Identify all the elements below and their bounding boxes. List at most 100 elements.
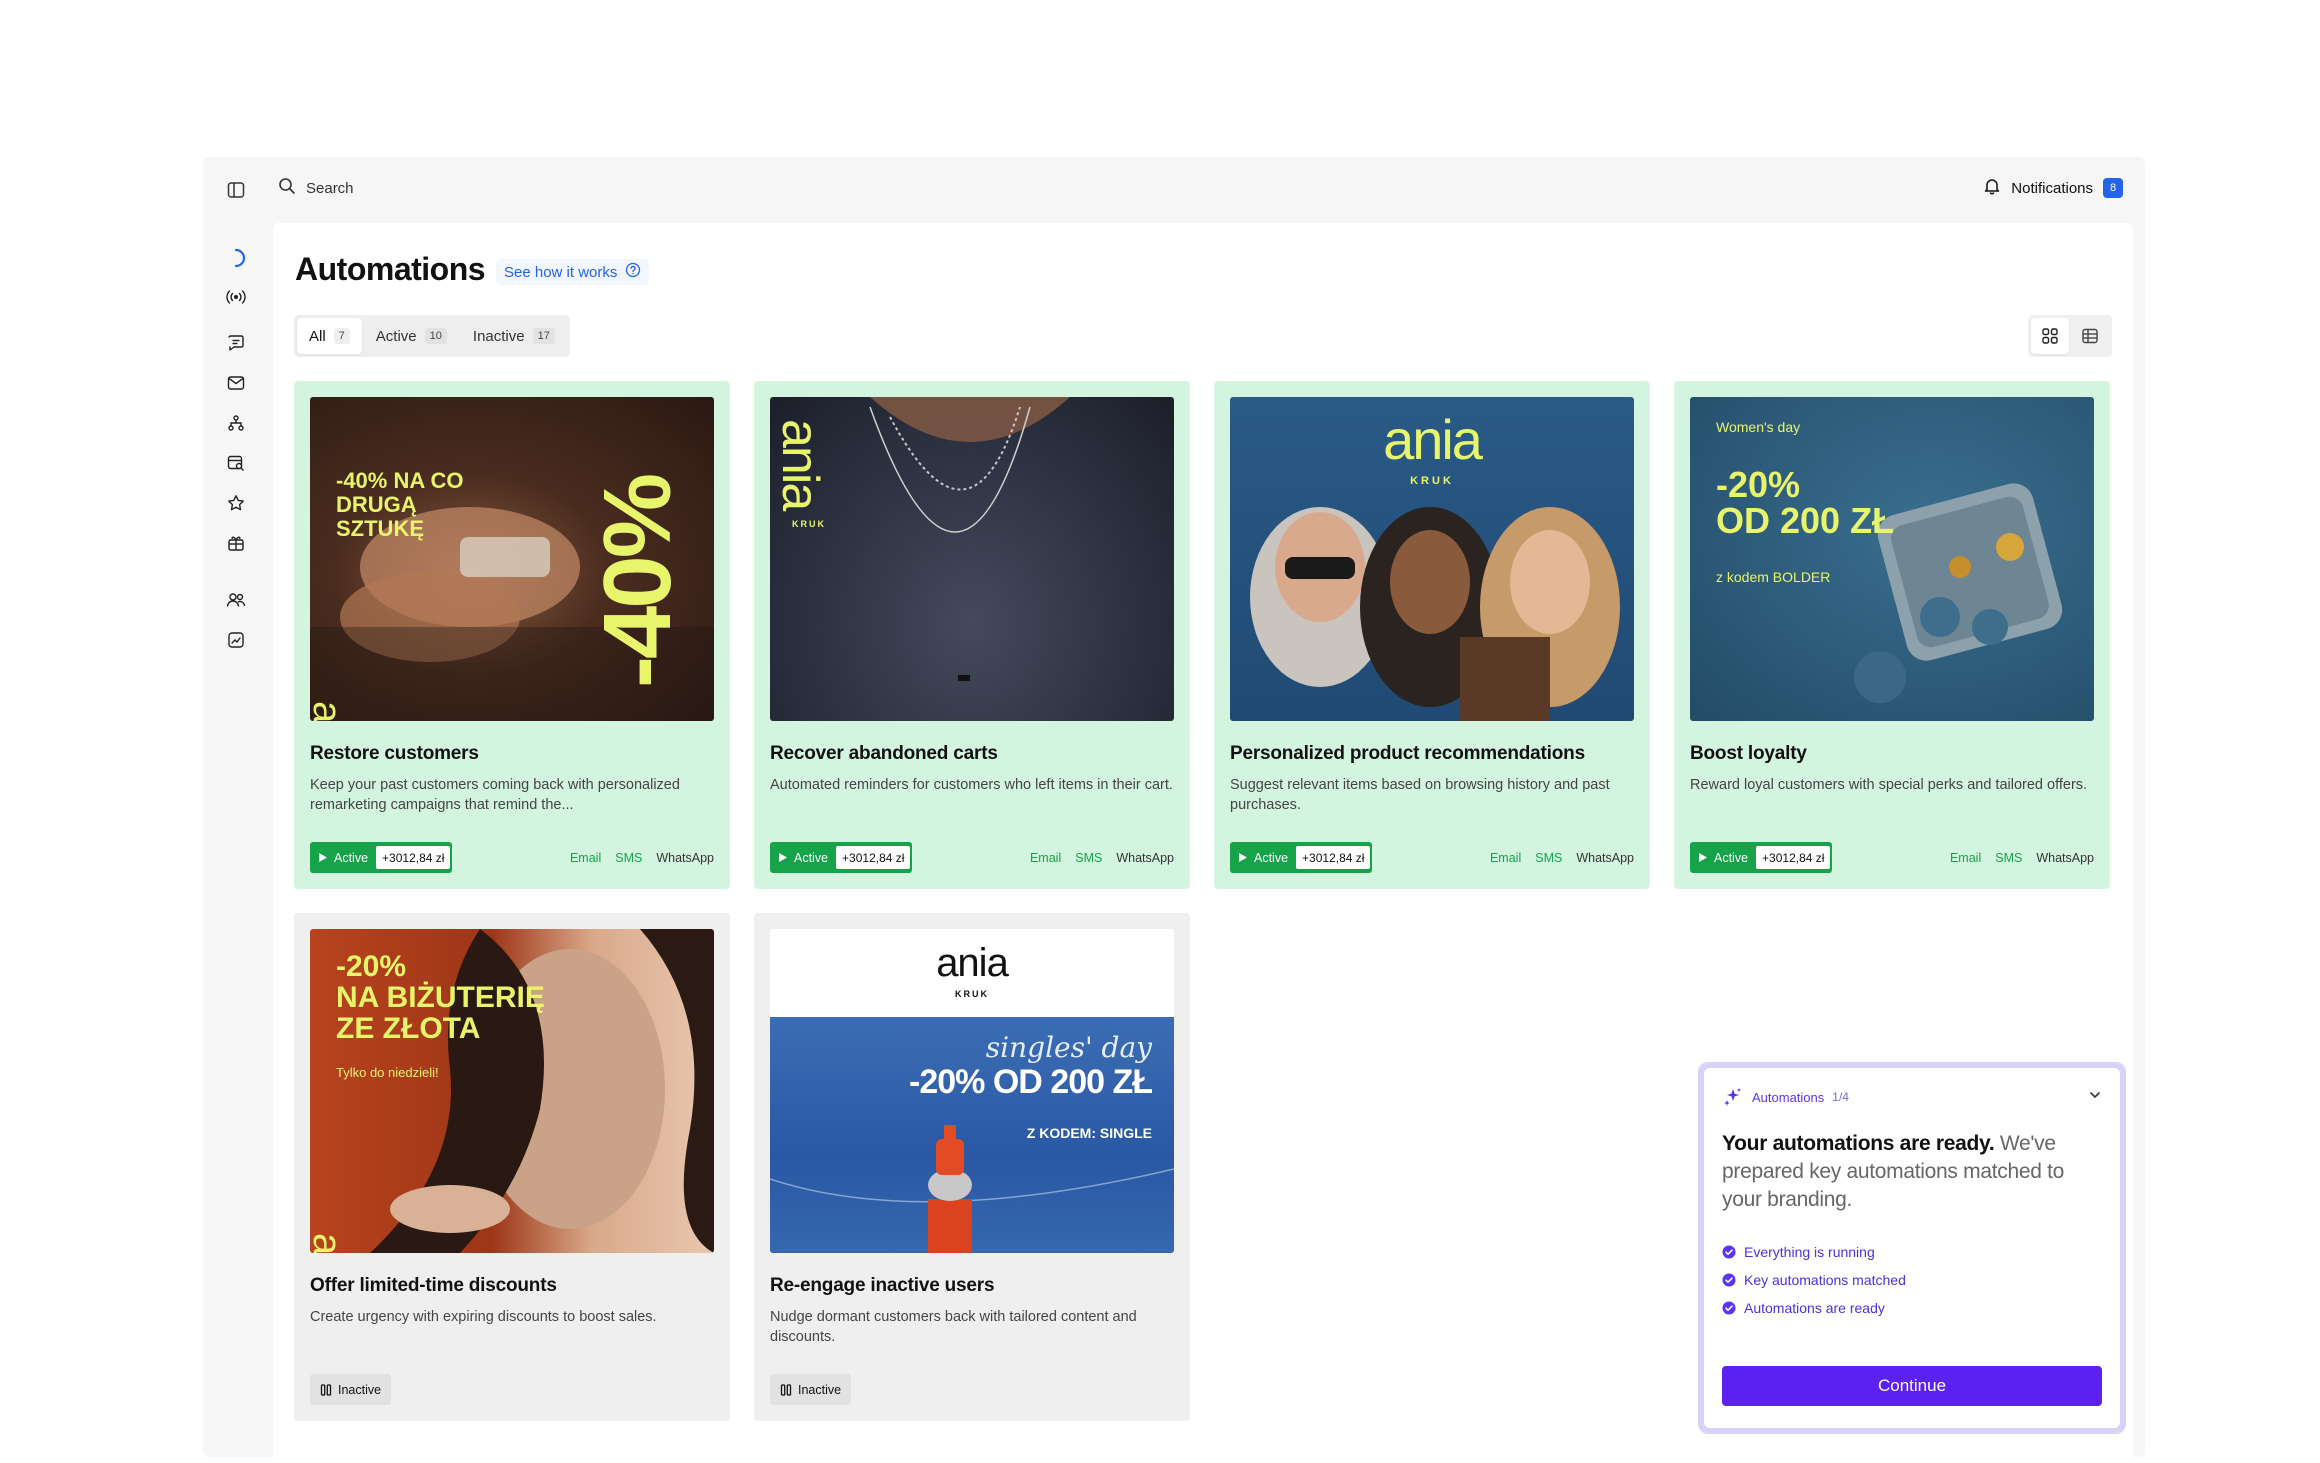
status-badge: Inactive [310,1374,392,1405]
channel-email: Email [1949,850,1982,865]
checklist-item: Everything is running [1722,1238,2102,1266]
art-headline-1: -20% [1716,464,1801,505]
art-code: z kodem BOLDER [1716,569,1831,585]
status-label-wrap: Active [1232,851,1296,865]
art-code: Z KODEM: SINGLE [1026,1125,1152,1141]
automation-card-recommendations[interactable]: ania KRUK Personalized product recommend… [1214,381,1650,889]
channel-sms: SMS [1995,850,2023,865]
channel-whatsapp: WhatsApp [1116,850,1174,865]
art-headline-2: NA BIŻUTERIĘ [336,981,545,1014]
automation-card-limited-discounts[interactable]: -20% NA BIŻUTERIĘ ZE ZŁOTA Tylko do nied… [294,913,730,1421]
status-badge: Active +3012,84 zł [770,842,913,873]
art-headline-3: ZE ZŁOTA [336,1012,481,1045]
bell-icon [1983,177,2001,199]
channel-email: Email [1489,850,1522,865]
channel-list: Email SMS WhatsApp [1950,851,2094,865]
channel-whatsapp: WhatsApp [656,850,714,865]
gift-icon[interactable] [225,532,247,554]
onboarding-popup: Automations 1/4 Your automations are rea… [1698,1062,2126,1434]
search-placeholder: Search [306,179,354,197]
status-label-wrap: Active [312,851,376,865]
card-description: Keep your past customers coming back wit… [310,777,680,813]
chevron-down-icon[interactable] [2088,1088,2102,1107]
star-icon[interactable] [225,492,247,514]
status-label-wrap: Active [772,851,836,865]
card-image: ania KRUK [770,397,1174,721]
revenue-amount: +3012,84 zł [836,846,911,869]
status-label: Inactive [338,1382,382,1397]
art-note: Tylko do niedzieli! [336,1065,439,1080]
grid-view-icon[interactable] [2031,318,2069,354]
art-brand-sub: KRUK [955,989,989,999]
pause-icon [780,1383,792,1396]
play-icon [779,853,787,862]
tab-count: 17 [532,328,555,344]
analytics-icon[interactable] [225,629,247,651]
broadcast-icon[interactable] [225,286,247,308]
mail-icon[interactable] [225,372,247,394]
art-brand: ania [1383,408,1483,471]
card-image: Women's day -20% OD 200 ZŁ z kodem BOLDE… [1690,397,2094,721]
checklist-label: Everything is running [1744,1244,1875,1260]
notifications-button[interactable]: Notifications 8 [1983,177,2123,199]
continue-button[interactable]: Continue [1722,1366,2102,1406]
onboarding-header: Automations 1/4 [1722,1086,2102,1108]
status-badge: Active +3012,84 zł [1690,842,1833,873]
loading-spinner-icon[interactable] [225,247,247,269]
revenue-amount: +3012,84 zł [1296,846,1371,869]
flow-icon[interactable] [225,412,247,434]
card-title: Boost loyalty [1690,743,1807,764]
onboarding-panel: Automations 1/4 Your automations are rea… [1704,1068,2120,1428]
art-headline: -40% NA CO DRUGĄ SZTUKĘ [336,468,464,541]
channel-list: Email SMS WhatsApp [1030,851,1174,865]
search-icon [278,177,296,199]
onboarding-step: 1/4 [1832,1090,1849,1104]
see-how-it-works-link[interactable]: See how it works [496,259,650,285]
card-image: ania KRUK [1230,397,1634,721]
card-description: Suggest relevant items based on browsing… [1230,777,1610,813]
card-image: -40% NA CO DRUGĄ SZTUKĘ -40% ania [310,397,714,721]
art-big-discount: -40% [583,475,691,689]
card-description: Automated reminders for customers who le… [770,777,1173,793]
checklist-item: Key automations matched [1722,1266,2102,1294]
card-image: ania KRUK singles' day -20% OD 200 ZŁ Z … [770,929,1174,1253]
status-badge: Active +3012,84 zł [310,842,453,873]
channel-sms: SMS [1535,850,1563,865]
calendar-search-icon[interactable] [225,452,247,474]
channel-sms: SMS [615,850,643,865]
card-footer: Active +3012,84 zł Email SMS WhatsApp [310,842,714,873]
status-label: Inactive [798,1382,842,1397]
chat-icon[interactable] [225,332,247,354]
tab-active[interactable]: Active 10 [364,318,459,354]
card-title: Offer limited-time discounts [310,1275,557,1296]
checklist-label: Key automations matched [1744,1272,1906,1288]
card-footer: Inactive [310,1374,714,1405]
tab-inactive[interactable]: Inactive 17 [461,318,567,354]
see-how-it-works-label: See how it works [504,263,618,281]
table-view-icon[interactable] [2071,318,2109,354]
sidebar-toggle-icon[interactable] [225,179,247,201]
card-footer: Active +3012,84 zł Email SMS WhatsApp [770,842,1174,873]
channel-list: Email SMS WhatsApp [570,851,714,865]
onboarding-checklist: Everything is running Key automations ma… [1722,1238,2102,1322]
users-icon[interactable] [225,589,247,611]
automation-card-restore-customers[interactable]: -40% NA CO DRUGĄ SZTUKĘ -40% ania Restor… [294,381,730,889]
status-label: Active [1254,850,1289,865]
automation-card-reengage[interactable]: ania KRUK singles' day -20% OD 200 ZŁ Z … [754,913,1190,1421]
top-bar: Search Notifications 8 [203,157,2145,223]
play-icon [1239,853,1247,862]
checklist-item: Automations are ready [1722,1294,2102,1322]
automation-card-boost-loyalty[interactable]: Women's day -20% OD 200 ZŁ z kodem BOLDE… [1674,381,2110,889]
art-kicker: Women's day [1716,419,1801,435]
art-headline-2: OD 200 ZŁ [1716,500,1895,541]
card-footer: Inactive [770,1374,1174,1405]
page-title: Automations [295,251,486,287]
tab-label: Inactive [472,327,525,345]
search-input[interactable]: Search [278,177,354,199]
art-brand: ania [310,701,349,721]
tab-label: All [309,327,326,345]
channel-whatsapp: WhatsApp [2036,850,2094,865]
onboarding-message: Your automations are ready. We've prepar… [1722,1130,2102,1214]
tab-all[interactable]: All 7 [297,318,362,354]
automation-card-recover-carts[interactable]: ania KRUK Recover abandoned carts Automa… [754,381,1190,889]
